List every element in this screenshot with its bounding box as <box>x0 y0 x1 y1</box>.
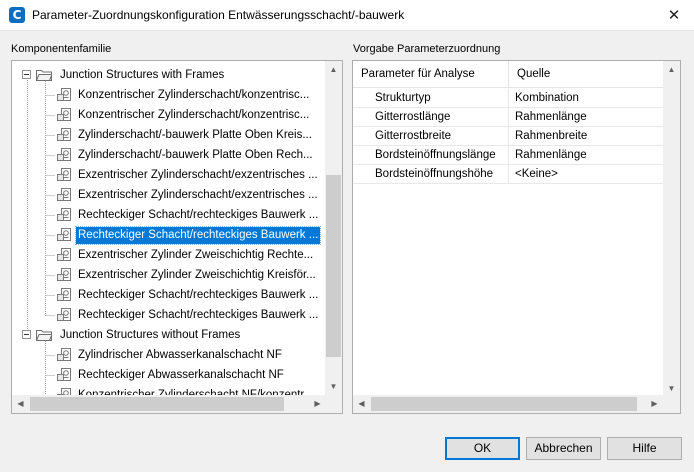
scroll-thumb[interactable] <box>30 397 284 411</box>
grid-row[interactable]: Gitterrostbreite Rahmenbreite <box>353 127 663 146</box>
structure-part-icon <box>56 107 72 123</box>
parameter-cell: Gitterrostlänge <box>353 108 509 127</box>
tree-item[interactable]: Exzentrischer Zylinderschacht/exzentrisc… <box>12 185 326 205</box>
component-family-tree[interactable]: Junction Structures with Frames Konzentri… <box>11 60 343 414</box>
grid-row[interactable]: Bordsteinöffnungslänge Rahmenlänge <box>353 146 663 165</box>
parameter-mapping-grid[interactable]: Parameter für Analyse Quelle Strukturtyp… <box>352 60 681 414</box>
window-title: Parameter-Zuordnungskonfiguration Entwäs… <box>32 8 405 22</box>
parameter-cell: Bordsteinöffnungslänge <box>353 146 509 165</box>
parameter-cell: Bordsteinöffnungshöhe <box>353 165 509 184</box>
tree-item[interactable]: Konzentrischer Zylinderschacht NF/konzen… <box>12 385 326 395</box>
grid-horizontal-scrollbar[interactable]: ◀ ▶ <box>353 395 663 413</box>
structure-part-icon <box>56 247 72 263</box>
ok-button[interactable]: OK <box>445 437 520 460</box>
source-cell[interactable]: <Keine> <box>509 165 558 184</box>
collapse-toggle-icon[interactable] <box>22 330 31 339</box>
app-icon: C <box>9 7 25 23</box>
scroll-left-arrow-icon[interactable]: ◀ <box>12 395 29 413</box>
tree-vertical-scrollbar[interactable]: ▲ ▼ <box>325 61 342 395</box>
structure-part-icon <box>56 227 72 243</box>
help-button[interactable]: Hilfe <box>607 437 682 460</box>
structure-part-icon <box>56 187 72 203</box>
scroll-left-arrow-icon[interactable]: ◀ <box>353 395 370 413</box>
scroll-corner <box>663 395 680 413</box>
tree-item-label: Exzentrischer Zylinder Zweischichtig Kre… <box>78 269 316 281</box>
scroll-right-arrow-icon[interactable]: ▶ <box>309 395 326 413</box>
structure-part-icon <box>56 87 72 103</box>
structure-part-icon <box>56 127 72 143</box>
column-header-parameter[interactable]: Parameter für Analyse <box>353 61 509 88</box>
tree-item-label: Exzentrischer Zylinderschacht/exzentrisc… <box>78 189 318 201</box>
tree-item-label: Exzentrischer Zylinder Zweischichtig Rec… <box>78 249 314 261</box>
tree-group-node[interactable]: Junction Structures with Frames <box>12 65 326 85</box>
structure-part-icon <box>56 307 72 323</box>
folder-open-icon <box>35 69 53 81</box>
grid-row[interactable]: Bordsteinöffnungshöhe <Keine> <box>353 165 663 184</box>
grid-vertical-scrollbar[interactable]: ▲ ▼ <box>663 61 680 397</box>
default-mapping-label: Vorgabe Parameterzuordnung <box>353 43 501 55</box>
tree-item[interactable]: Rechteckiger Schacht/rechteckiges Bauwer… <box>12 305 326 325</box>
structure-part-icon <box>56 207 72 223</box>
tree-group-label: Junction Structures without Frames <box>60 329 241 341</box>
tree-item-label: Rechteckiger Schacht/rechteckiges Bauwer… <box>78 289 319 301</box>
parameter-cell: Strukturtyp <box>353 89 509 108</box>
tree-group-label: Junction Structures with Frames <box>60 69 225 81</box>
tree-item[interactable]: Exzentrischer Zylinder Zweischichtig Rec… <box>12 245 326 265</box>
structure-part-icon <box>56 367 72 383</box>
tree-horizontal-scrollbar[interactable]: ◀ ▶ <box>12 395 326 413</box>
tree-item[interactable]: Exzentrischer Zylinder Zweischichtig Kre… <box>12 265 326 285</box>
tree-item[interactable]: Zylinderschacht/-bauwerk Platte Oben Kre… <box>12 125 326 145</box>
folder-open-icon <box>35 329 53 341</box>
cancel-button[interactable]: Abbrechen <box>526 437 601 460</box>
scroll-right-arrow-icon[interactable]: ▶ <box>646 395 663 413</box>
tree-item[interactable]: Zylinderschacht/-bauwerk Platte Oben Rec… <box>12 145 326 165</box>
tree-item-label: Zylinderschacht/-bauwerk Platte Oben Kre… <box>78 129 312 141</box>
tree-item-label: Rechteckiger Schacht/rechteckiges Bauwer… <box>74 226 322 245</box>
structure-part-icon <box>56 287 72 303</box>
tree-item-label: Rechteckiger Schacht/rechteckiges Bauwer… <box>78 209 319 221</box>
scroll-thumb[interactable] <box>326 175 341 357</box>
source-cell[interactable]: Kombination <box>509 89 579 108</box>
structure-part-icon <box>56 167 72 183</box>
structure-part-icon <box>56 347 72 363</box>
tree-item-label: Exzentrischer Zylinderschacht/exzentrisc… <box>78 169 318 181</box>
tree-item-label: Konzentrischer Zylinderschacht/konzentri… <box>78 89 310 101</box>
tree-item-label: Rechteckiger Abwasserkanalschacht NF <box>78 369 284 381</box>
tree-item-label: Konzentrischer Zylinderschacht/konzentri… <box>78 109 310 121</box>
tree-item[interactable]: Rechteckiger Schacht/rechteckiges Bauwer… <box>12 205 326 225</box>
structure-part-icon <box>56 147 72 163</box>
tree-item-label: Rechteckiger Schacht/rechteckiges Bauwer… <box>78 309 319 321</box>
source-cell[interactable]: Rahmenlänge <box>509 108 587 127</box>
parameter-cell: Gitterrostbreite <box>353 127 509 146</box>
tree-item[interactable]: Exzentrischer Zylinderschacht/exzentrisc… <box>12 165 326 185</box>
collapse-toggle-icon[interactable] <box>22 70 31 79</box>
column-header-source[interactable]: Quelle <box>509 61 680 88</box>
grid-header: Parameter für Analyse Quelle <box>353 61 680 88</box>
close-button[interactable]: ✕ <box>654 0 694 31</box>
tree-item-label: Zylindrischer Abwasserkanalschacht NF <box>78 349 282 361</box>
tree-item[interactable]: Konzentrischer Zylinderschacht/konzentri… <box>12 105 326 125</box>
scroll-up-arrow-icon[interactable]: ▲ <box>663 61 680 78</box>
tree-item[interactable]: Rechteckiger Schacht/rechteckiges Bauwer… <box>12 285 326 305</box>
tree-group-node[interactable]: Junction Structures without Frames <box>12 325 326 345</box>
scroll-up-arrow-icon[interactable]: ▲ <box>325 61 342 78</box>
title-bar: C Parameter-Zuordnungskonfiguration Entw… <box>0 0 694 31</box>
source-cell[interactable]: Rahmenlänge <box>509 146 587 165</box>
structure-part-icon <box>56 387 72 395</box>
scroll-down-arrow-icon[interactable]: ▼ <box>325 378 342 395</box>
structure-part-icon <box>56 267 72 283</box>
scroll-corner <box>325 395 342 413</box>
grid-row[interactable]: Gitterrostlänge Rahmenlänge <box>353 108 663 127</box>
grid-row[interactable]: Strukturtyp Kombination <box>353 89 663 108</box>
tree-viewport: Junction Structures with Frames Konzentri… <box>12 61 326 395</box>
tree-item[interactable]: Zylindrischer Abwasserkanalschacht NF <box>12 345 326 365</box>
tree-item[interactable]: Konzentrischer Zylinderschacht/konzentri… <box>12 85 326 105</box>
tree-item[interactable]: Rechteckiger Abwasserkanalschacht NF <box>12 365 326 385</box>
tree-item-label: Zylinderschacht/-bauwerk Platte Oben Rec… <box>78 149 313 161</box>
tree-item-label: Konzentrischer Zylinderschacht NF/konzen… <box>78 389 314 395</box>
component-family-label: Komponentenfamilie <box>11 43 112 55</box>
scroll-thumb[interactable] <box>371 397 637 411</box>
source-cell[interactable]: Rahmenbreite <box>509 127 587 146</box>
tree-item[interactable]: Rechteckiger Schacht/rechteckiges Bauwer… <box>12 225 326 245</box>
